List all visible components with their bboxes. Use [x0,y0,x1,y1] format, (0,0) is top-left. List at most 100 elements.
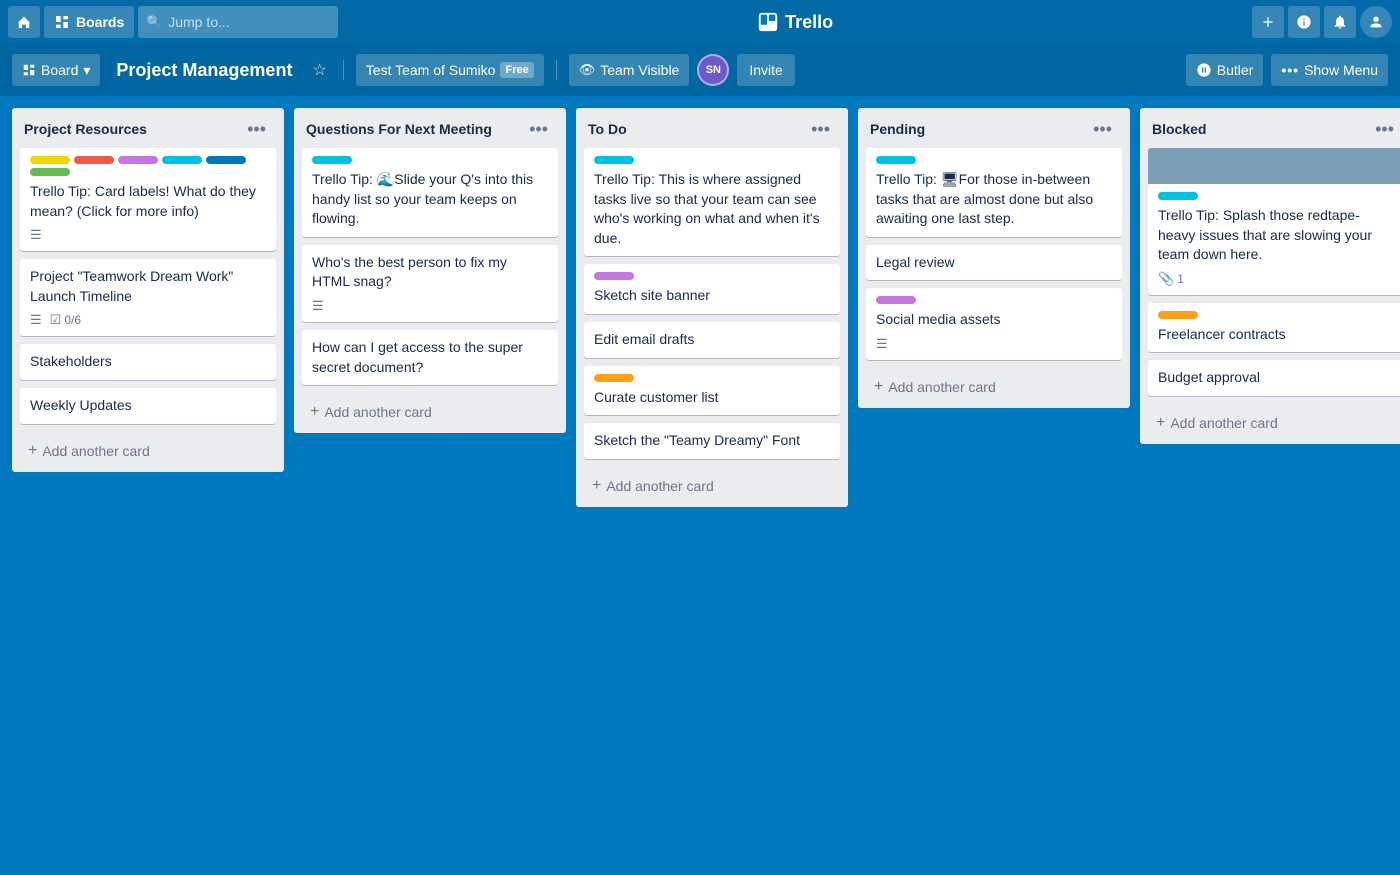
card-text: Trello Tip: This is where assigned tasks… [594,170,830,248]
boards-button[interactable]: Boards [44,6,134,38]
add-card-button-blocked[interactable]: +Add another card⊟ [1144,406,1400,440]
card-text: Project "Teamwork Dream Work" Launch Tim… [30,267,266,306]
card-label-row [876,156,1112,164]
list-header-to-do: To Do••• [576,108,848,148]
card-pr-tip[interactable]: Trello Tip: Card labels! What do they me… [20,148,276,251]
card-bl-cover[interactable]: Trello Tip: Splash those redtape-heavy i… [1148,148,1400,295]
add-card-button-to-do[interactable]: +Add another card⊟ [580,469,844,503]
list-cards-pending: Trello Tip: 🖥For those in-between tasks … [858,148,1130,368]
card-footer: ☰ [312,298,548,314]
card-text: Trello Tip: 🌊Slide your Q's into this ha… [312,170,548,229]
add-card-button-questions-next-meeting[interactable]: +Add another card⊟ [298,395,562,429]
card-label-row [312,156,548,164]
card-text: Trello Tip: 🖥For those in-between tasks … [876,170,1112,229]
card-bl-budget[interactable]: Budget approval [1148,360,1400,396]
trello-logo-icon [757,11,779,33]
list-cards-to-do: Trello Tip: This is where assigned tasks… [576,148,848,467]
list-menu-button-to-do[interactable]: ••• [805,118,836,140]
card-label-row [1158,192,1394,200]
invite-button[interactable]: Invite [737,54,794,86]
list-menu-button-blocked[interactable]: ••• [1369,118,1400,140]
create-button[interactable] [1252,6,1284,38]
list-project-resources: Project Resources•••Trello Tip: Card lab… [12,108,284,472]
list-cards-blocked: Trello Tip: Splash those redtape-heavy i… [1140,148,1400,404]
description-badge: ☰ [876,336,888,352]
card-label-purple [876,296,916,304]
plus-icon: + [592,477,601,495]
card-qnm-doc[interactable]: How can I get access to the super secret… [302,330,558,385]
card-qnm-tip[interactable]: Trello Tip: 🌊Slide your Q's into this ha… [302,148,558,237]
search-input[interactable] [138,6,338,38]
team-visible-button[interactable]: 👁 Team Visible [569,54,690,86]
card-text: Legal review [876,253,1112,273]
add-card-button-pending[interactable]: +Add another card⊟ [862,370,1126,404]
boards-label: Boards [76,14,124,30]
list-blocked: Blocked•••Trello Tip: Splash those redta… [1140,108,1400,444]
add-card-label: Add another card [606,478,713,494]
butler-label: Butler [1217,62,1254,78]
notifications-button[interactable] [1324,6,1356,38]
card-footer: ☰ [876,336,1112,352]
card-pr-stakeholders[interactable]: Stakeholders [20,344,276,380]
card-label-purple [118,156,158,164]
card-label-teal [312,156,352,164]
card-pe-tip[interactable]: Trello Tip: 🖥For those in-between tasks … [866,148,1122,237]
card-td-email[interactable]: Edit email drafts [584,322,840,358]
add-card-button-project-resources[interactable]: +Add another card⊟ [16,434,280,468]
add-card-label: Add another card [1170,415,1277,431]
card-text: Sketch the "Teamy Dreamy" Font [594,431,830,451]
plus-icon: + [28,442,37,460]
card-label-purple [594,272,634,280]
card-text: Who's the best person to fix my HTML sna… [312,253,548,292]
card-text: Curate customer list [594,388,830,408]
card-label-row [1158,311,1394,319]
card-label-orange [1158,311,1198,319]
header-divider [343,60,344,80]
card-footer: 📎 1 [1158,271,1394,287]
avatar-initials: SN [706,64,721,76]
team-button[interactable]: Test Team of Sumiko Free [356,54,544,86]
free-badge: Free [500,62,533,78]
show-menu-label: Show Menu [1304,62,1378,78]
card-pe-legal[interactable]: Legal review [866,245,1122,281]
card-label-row [594,272,830,280]
card-pr-weekly[interactable]: Weekly Updates [20,388,276,424]
card-qnm-html[interactable]: Who's the best person to fix my HTML sna… [302,245,558,322]
card-label-row [30,156,266,176]
card-pe-social[interactable]: Social media assets☰ [866,288,1122,360]
card-td-sketch[interactable]: Sketch site banner [584,264,840,314]
list-menu-button-questions-next-meeting[interactable]: ••• [523,118,554,140]
list-pending: Pending••• Trello Tip: 🖥For those in-betw… [858,108,1130,408]
show-menu-button[interactable]: ••• Show Menu [1271,54,1388,86]
user-menu-button[interactable] [1360,6,1392,38]
board-title[interactable]: Project Management [108,56,300,85]
checklist-badge: ☑ 0/6 [50,312,81,328]
list-menu-button-pending[interactable]: ••• [1087,118,1118,140]
card-td-tip[interactable]: Trello Tip: This is where assigned tasks… [584,148,840,256]
description-badge: ☰ [30,227,42,243]
card-label-teal [1158,192,1198,200]
dots-icon: ••• [1281,62,1299,78]
butler-button[interactable]: Butler [1186,54,1264,86]
card-label-blue-label [206,156,246,164]
list-menu-button-project-resources[interactable]: ••• [241,118,272,140]
card-pr-timeline[interactable]: Project "Teamwork Dream Work" Launch Tim… [20,259,276,336]
board-menu-button[interactable]: Board ▾ [12,54,100,86]
home-button[interactable] [8,6,40,38]
card-text: Freelancer contracts [1158,325,1394,345]
card-td-font[interactable]: Sketch the "Teamy Dreamy" Font [584,423,840,459]
list-header-questions-next-meeting: Questions For Next Meeting••• [294,108,566,148]
card-bl-freelancer[interactable]: Freelancer contracts [1148,303,1400,353]
list-title-pending: Pending [870,121,1087,137]
info-button[interactable] [1288,6,1320,38]
card-text: How can I get access to the super secret… [312,338,548,377]
card-label-green [30,168,70,176]
card-label-red [74,156,114,164]
star-button[interactable]: ☆ [308,56,330,84]
card-label-teal [876,156,916,164]
list-title-to-do: To Do [588,121,805,137]
trello-wordmark: Trello [785,12,833,33]
board-content: Project Resources•••Trello Tip: Card lab… [0,96,1400,519]
avatar[interactable]: SN [697,54,729,86]
card-td-curate[interactable]: Curate customer list [584,366,840,416]
